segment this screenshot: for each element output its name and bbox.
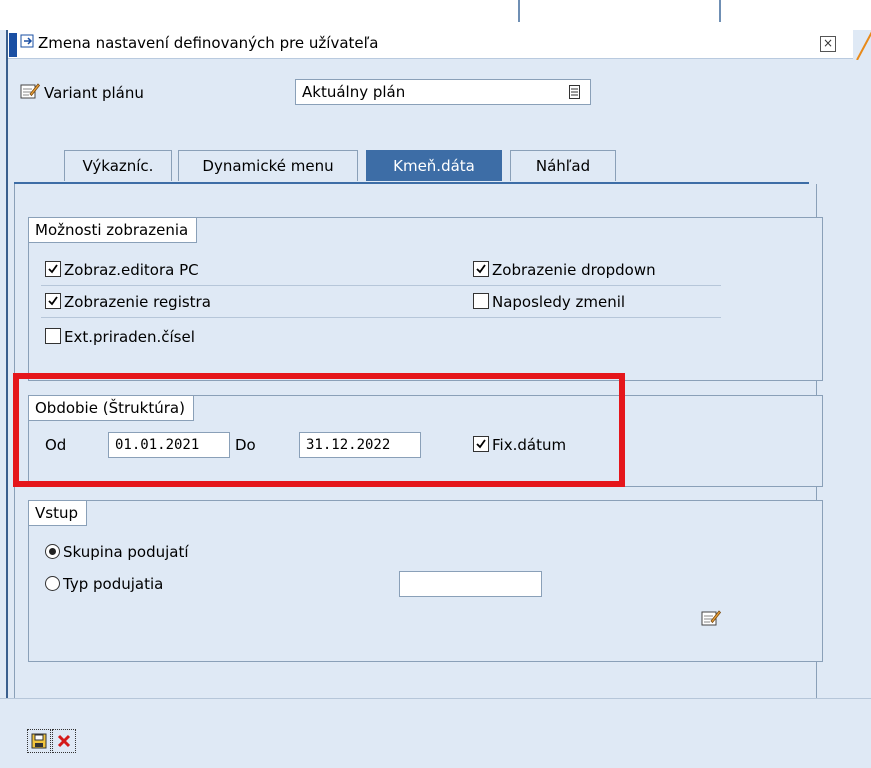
radio-button[interactable] [45,544,60,559]
radio-label: Skupina podujatí [63,543,189,561]
toolbar-separator [719,0,721,22]
tab-label: Kmeň.dáta [393,157,475,175]
tab-dynamicke-menu[interactable]: Dynamické menu [178,150,358,181]
checkbox-label: Zobrazenie registra [64,293,211,311]
checkbox-zobrazenie-dropdown[interactable]: Zobrazenie dropdown [473,261,656,279]
checkbox-box[interactable] [45,328,61,344]
tab-vykaznic[interactable]: Výkazníc. [64,150,172,181]
group-display-options: Možnosti zobrazenia Zobraz.editora PC Zo… [28,217,823,381]
radio-typ-podujatia[interactable]: Typ podujatia [45,575,163,593]
highlight-box [13,373,625,487]
close-icon[interactable]: × [820,36,836,52]
value-help-icon[interactable] [569,85,580,103]
tab-kmen-data[interactable]: Kmeň.dáta [366,150,502,181]
title-decoration [853,30,871,60]
cancel-button[interactable] [52,729,76,753]
save-button[interactable] [27,729,51,753]
group-entry: Vstup Skupina podujatí Typ podujatia [28,500,823,662]
cancel-icon [57,734,71,748]
edit-icon[interactable] [701,609,722,631]
checkbox-label: Zobrazenie dropdown [492,261,656,279]
tab-label: Náhľad [535,157,591,175]
tab-strip: Výkazníc. Dynamické menu Kmeň.dáta Náhľa… [8,148,871,182]
checkbox-zobrazenie-registra[interactable]: Zobrazenie registra [45,293,211,311]
checkbox-label: Ext.priraden.čísel [64,328,195,346]
checkbox-box[interactable] [473,261,489,277]
group-title: Možnosti zobrazenia [29,218,198,243]
tab-label: Výkazníc. [82,157,154,175]
checkbox-naposledy-zmenil[interactable]: Naposledy zmenil [473,293,625,311]
checkbox-ext-priraden-cisel[interactable]: Ext.priraden.čísel [45,328,195,346]
top-strip [0,0,871,30]
variant-edit-icon[interactable] [20,82,41,104]
divider [41,285,721,286]
group-title: Vstup [29,501,87,526]
radio-button[interactable] [45,576,60,591]
type-input[interactable] [399,571,542,597]
tab-label: Dynamické menu [202,157,334,175]
radio-dot [49,548,56,555]
bottom-toolbar [0,698,871,768]
title-accent-bar [9,33,17,57]
checkbox-box[interactable] [45,261,61,277]
variant-select[interactable]: Aktuálny plán [295,79,591,105]
save-icon [31,733,47,749]
variant-value: Aktuálny plán [302,83,406,101]
radio-skupina-podujati[interactable]: Skupina podujatí [45,543,189,561]
checkbox-box[interactable] [45,293,61,309]
dialog-title: Zmena nastavení definovaných pre užívate… [38,34,379,52]
variant-label: Variant plánu [44,84,144,102]
window-icon [20,34,35,53]
checkbox-zobraz-editora-pc[interactable]: Zobraz.editora PC [45,261,199,279]
radio-label: Typ podujatia [63,575,164,593]
checkbox-label: Naposledy zmenil [492,293,626,311]
tab-nahlad[interactable]: Náhľad [510,150,616,181]
toolbar-separator [518,0,520,22]
checkbox-label: Zobraz.editora PC [64,261,199,279]
checkbox-box[interactable] [473,293,489,309]
divider [41,317,721,318]
title-bar: Zmena nastavení definovaných pre užívate… [8,30,853,59]
